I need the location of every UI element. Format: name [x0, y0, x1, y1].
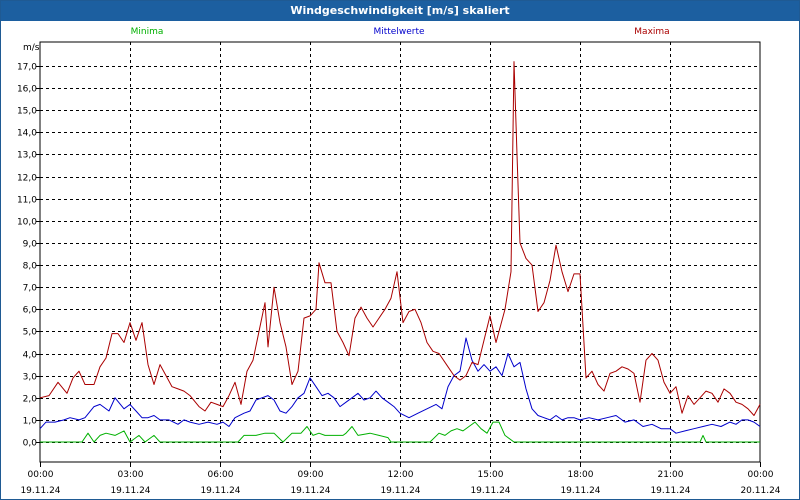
- y-tick-label: 5,0: [23, 328, 38, 338]
- y-tick-label: 7,0: [23, 284, 38, 294]
- legend-entry-minima: Minima: [131, 27, 164, 37]
- y-tick-label: 4,0: [23, 351, 38, 361]
- x-tick-label-time: 15:00: [478, 470, 504, 480]
- y-tick-label: 10,0: [17, 218, 37, 228]
- legend-entry-maxima: Maxima: [634, 27, 669, 37]
- y-tick-label: 8,0: [23, 262, 38, 272]
- y-tick-label: 0,0: [23, 439, 38, 449]
- x-tick-label-date: 19.11.24: [200, 486, 240, 496]
- wind-speed-chart: 0,0 1,0 2,0 3,0 4,0 5,0 6,0 7,0 8,0 9,0 10,0 11,0 12…: [17, 27, 781, 496]
- y-tick-label: 9,0: [23, 240, 38, 250]
- grid-lines: [40, 42, 760, 462]
- x-tick-label-date: 20.11.24: [740, 486, 780, 496]
- x-tick-label-time: 03:00: [118, 470, 144, 480]
- x-tick-label-date: 19.11.24: [380, 486, 420, 496]
- chart-window: Windgeschwindigkeit [m/s] skaliert 0,0 1,…: [0, 0, 800, 500]
- x-tick-label-date: 19.11.24: [470, 486, 510, 496]
- y-tick-label: 1,0: [23, 417, 38, 427]
- y-tick-label: 13,0: [17, 151, 37, 161]
- y-tick-label: 17,0: [17, 63, 37, 73]
- x-tick-label-time: 12:00: [388, 470, 414, 480]
- chart-title: Windgeschwindigkeit [m/s] skaliert: [1, 1, 799, 21]
- x-tick-label-date: 19.11.24: [650, 486, 690, 496]
- y-axis-label: m/s: [23, 43, 40, 53]
- x-tick-label-date: 19.11.24: [110, 486, 150, 496]
- y-tick-label: 12,0: [17, 174, 37, 184]
- x-tick-label-time: 09:00: [298, 470, 324, 480]
- x-tick-label-time: 18:00: [568, 470, 594, 480]
- x-tick-label-date: 19.11.24: [290, 486, 330, 496]
- x-tick-label-time: 00:00: [748, 470, 774, 480]
- y-tick-label: 3,0: [23, 373, 38, 383]
- y-tick-label: 16,0: [17, 85, 37, 95]
- y-tick-label: 15,0: [17, 107, 37, 117]
- x-tick-label-time: 00:00: [28, 470, 54, 480]
- x-tick-label-date: 19.11.24: [20, 486, 60, 496]
- x-tick-label-time: 06:00: [208, 470, 234, 480]
- x-tick-label-date: 19.11.24: [560, 486, 600, 496]
- legend: Minima Mittelwerte Maxima: [131, 27, 670, 37]
- x-tick-label-time: 21:00: [658, 470, 684, 480]
- y-tick-label: 6,0: [23, 306, 38, 316]
- y-tick-label: 14,0: [17, 129, 37, 139]
- y-tick-label: 2,0: [23, 395, 38, 405]
- y-tick-label: 11,0: [17, 196, 37, 206]
- legend-entry-mittelwerte: Mittelwerte: [373, 27, 424, 37]
